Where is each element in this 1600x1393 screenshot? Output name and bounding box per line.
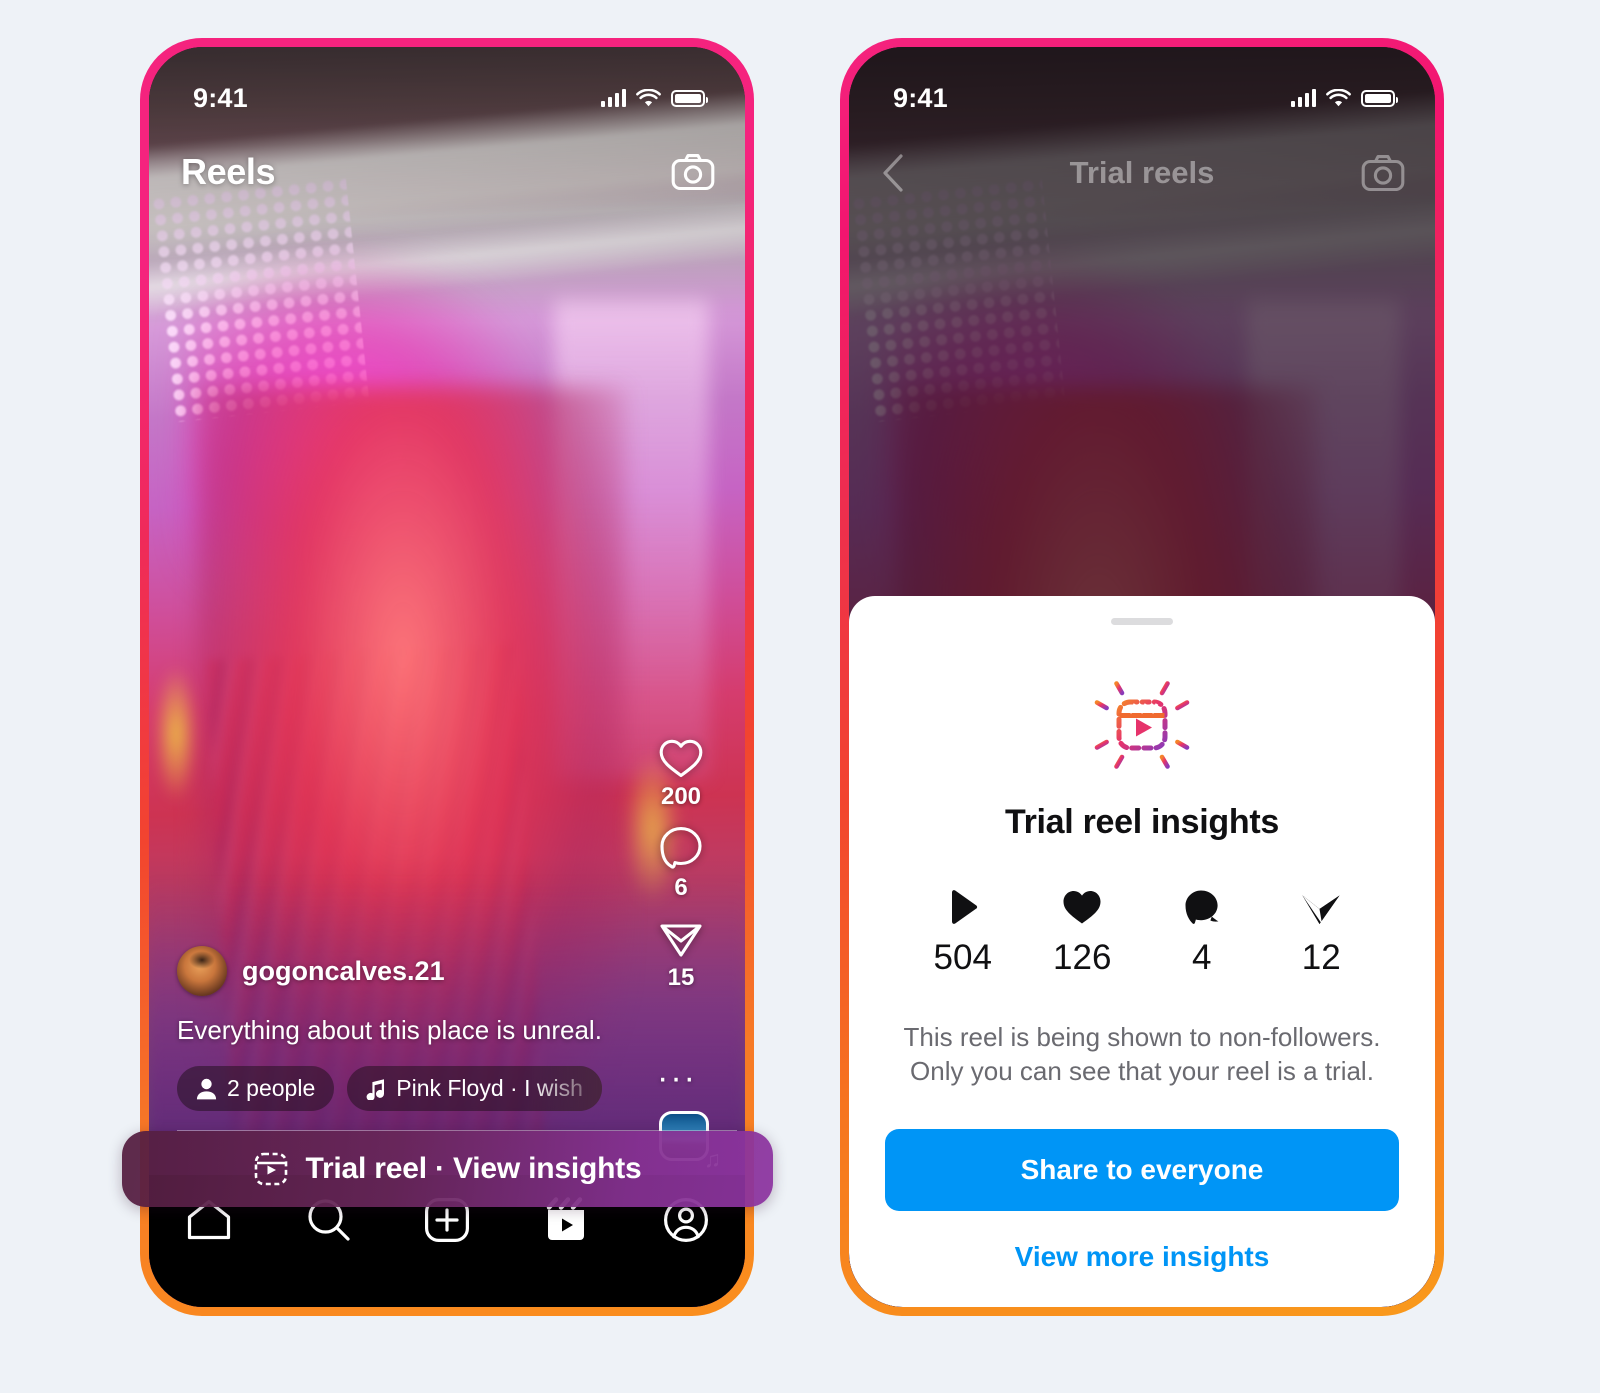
- phone-b-screen: 9:41 Trial reels Trial reel insights 504…: [849, 47, 1435, 1307]
- status-time: 9:41: [893, 82, 948, 113]
- play-icon: [951, 889, 977, 924]
- phone-mockup-reels: 9:41 Reels 200 6 15 ··· gogoncalves.21 E…: [140, 38, 754, 1316]
- battery-icon: [671, 89, 708, 107]
- wifi-icon: [1326, 88, 1351, 106]
- page-title: Trial reels: [1069, 155, 1215, 190]
- trial-insights-sheet: Trial reel insights 504 126 4 12 This re…: [849, 595, 1435, 1307]
- camera-icon[interactable]: [671, 153, 715, 191]
- like-count: 200: [660, 783, 702, 810]
- comment-count: 6: [674, 874, 688, 901]
- username[interactable]: gogoncalves.21: [242, 956, 445, 987]
- stat-comments-value: 4: [1192, 937, 1212, 977]
- like-button[interactable]: 200: [658, 737, 704, 811]
- avatar[interactable]: [177, 946, 227, 996]
- trial-reels-top-bar: Trial reels: [849, 151, 1435, 195]
- reel-video-background: [149, 47, 745, 1307]
- sheet-description: This reel is being shown to non-follower…: [885, 1020, 1399, 1089]
- phone-a-screen: 9:41 Reels 200 6 15 ··· gogoncalves.21 E…: [149, 47, 745, 1307]
- stat-views: 504: [920, 888, 1006, 978]
- camera-icon[interactable]: [1361, 154, 1405, 192]
- comment-button[interactable]: 6: [658, 825, 704, 902]
- stat-comments: 4: [1159, 888, 1245, 978]
- post-meta: gogoncalves.21 Everything about this pla…: [149, 946, 745, 1111]
- cellular-signal-icon: [1290, 89, 1316, 107]
- phone-mockup-insights: 9:41 Trial reels Trial reel insights 504…: [840, 38, 1444, 1316]
- stat-shares: 12: [1278, 888, 1364, 978]
- music-note-icon: [366, 1078, 385, 1100]
- stat-views-value: 504: [933, 937, 992, 977]
- music-pill[interactable]: Pink Floyd · I wish: [347, 1066, 602, 1111]
- tagged-people-pill[interactable]: 2 people: [177, 1066, 335, 1111]
- insights-stats-row: 504 126 4 12: [885, 888, 1399, 978]
- reels-top-bar: Reels: [149, 151, 745, 193]
- status-time: 9:41: [193, 82, 248, 113]
- comment-icon: [660, 827, 702, 869]
- trial-reel-insights-banner[interactable]: Trial reel · View insights: [122, 1131, 773, 1207]
- trial-banner-label: Trial reel · View insights: [305, 1152, 642, 1185]
- description-line-1: This reel is being shown to non-follower…: [903, 1021, 1381, 1052]
- comment-filled-icon: [1185, 890, 1219, 924]
- battery-icon: [1361, 89, 1398, 107]
- post-tags: 2 people Pink Floyd · I wish: [177, 1066, 635, 1111]
- heart-icon: [659, 739, 703, 778]
- stat-likes-value: 126: [1053, 937, 1112, 977]
- sheet-title: Trial reel insights: [1005, 802, 1279, 841]
- post-author-row[interactable]: gogoncalves.21: [177, 946, 635, 996]
- share-filled-icon: [1302, 895, 1340, 924]
- music-label: Pink Floyd · I wish: [396, 1075, 583, 1101]
- screenshot-stage: 9:41 Reels 200 6 15 ··· gogoncalves.21 E…: [0, 0, 1600, 1393]
- stat-likes: 126: [1039, 888, 1125, 978]
- cellular-signal-icon: [600, 89, 626, 107]
- wifi-icon: [636, 88, 661, 106]
- post-caption: Everything about this place is unreal.: [177, 1015, 602, 1045]
- share-to-everyone-button[interactable]: Share to everyone: [885, 1129, 1399, 1211]
- chevron-left-icon[interactable]: [877, 151, 911, 195]
- status-bar: 9:41: [849, 47, 1435, 123]
- stat-shares-value: 12: [1301, 937, 1341, 977]
- heart-filled-icon: [1063, 890, 1101, 924]
- page-title: Reels: [181, 151, 276, 192]
- description-line-2: Only you can see that your reel is a tri…: [910, 1056, 1374, 1087]
- person-icon: [196, 1078, 217, 1099]
- trial-reel-icon: [255, 1152, 288, 1186]
- trial-reel-burst-icon: [885, 669, 1399, 781]
- status-bar: 9:41: [149, 47, 745, 123]
- sheet-drag-handle[interactable]: [1111, 617, 1173, 625]
- view-more-insights-link[interactable]: View more insights: [885, 1241, 1399, 1273]
- tagged-people-label: 2 people: [227, 1075, 316, 1101]
